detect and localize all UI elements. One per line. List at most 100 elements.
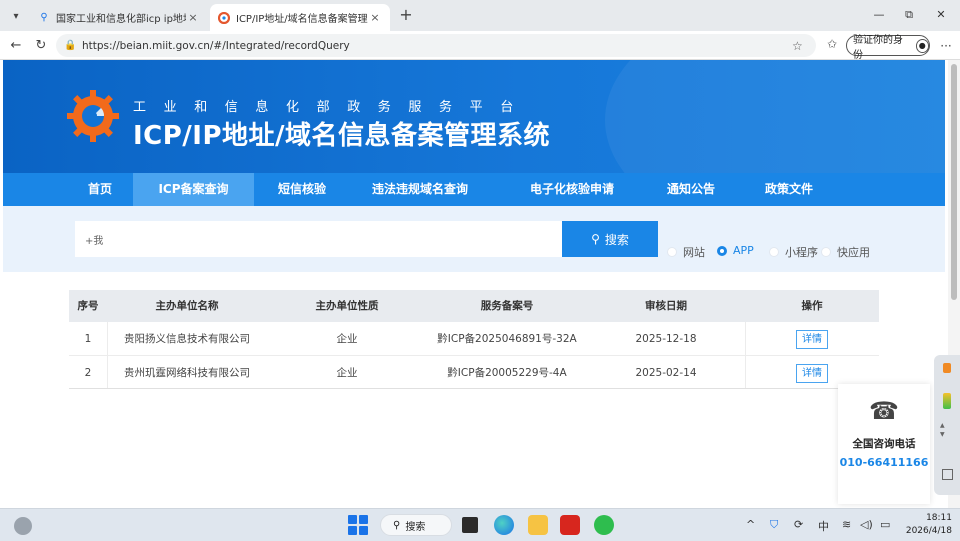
clock-time: 18:11	[926, 513, 952, 523]
wps-office-icon[interactable]	[560, 515, 580, 535]
cell-date: 2025-12-18	[635, 333, 697, 345]
ime-indicator[interactable]: 中	[818, 518, 829, 534]
wechat-icon[interactable]	[594, 515, 614, 535]
radio-label: 小程序	[785, 246, 818, 259]
restore-button[interactable]: ⧉	[896, 6, 922, 26]
start-logo-tile	[359, 526, 368, 535]
cell-index: 2	[84, 367, 92, 379]
radio-app[interactable]: APP	[717, 244, 754, 257]
detail-button[interactable]: 详情	[796, 330, 828, 349]
lock-icon[interactable]: 🔒	[64, 40, 76, 51]
search-panel: ⚲ 搜索 网站 APP 小程序 快应用	[3, 206, 945, 272]
tab-close-icon[interactable]: ×	[186, 11, 200, 24]
radio-quick-app[interactable]: 快应用	[821, 244, 870, 260]
column-header-action: 操作	[801, 300, 823, 312]
site-subtitle: 工业和信息化部政务服务平台	[133, 100, 531, 115]
system-clock[interactable]: 18:11 2026/4/18	[904, 512, 952, 538]
tab-close-icon[interactable]: ×	[368, 11, 382, 24]
browser-toolbar: ← ↻ 🔒 https://beian.miit.gov.cn/#/Integr…	[0, 31, 960, 61]
radio-label: APP	[733, 244, 754, 257]
table-row: 2 贵州玑霆网络科技有限公司 企业 黔ICP备20005229号-4A 2025…	[69, 356, 879, 390]
browser-tab-search[interactable]: ⚲ 国家工业和信息化部icp ip地址域名 ×	[30, 4, 208, 31]
search-icon: ⚲	[591, 232, 600, 246]
nav-item-e-verify[interactable]: 电子化核验申请	[508, 173, 636, 206]
radio-dot	[717, 245, 727, 256]
close-window-button[interactable]: ✕	[928, 6, 954, 26]
weather-widget-icon[interactable]	[14, 517, 32, 535]
favorites-icon[interactable]: ✩	[823, 37, 841, 55]
radio-label: 快应用	[837, 246, 870, 259]
tray-overflow-chevron-icon[interactable]: ^	[746, 518, 755, 531]
table-row: 1 贵阳扬义信息技术有限公司 企业 黔ICP备2025046891号-32A 2…	[69, 322, 879, 356]
radio-dot	[667, 247, 677, 257]
clock-date: 2026/4/18	[905, 526, 952, 536]
nav-item-home[interactable]: 首页	[69, 173, 131, 206]
cell-org-name: 贵州玑霆网络科技有限公司	[124, 367, 250, 379]
cell-index: 1	[84, 333, 92, 345]
cell-record-no: 黔ICP备2025046891号-32A	[437, 333, 577, 345]
hotline-card: ☎ 全国咨询电话 010-66411166	[838, 384, 930, 504]
task-view-icon[interactable]	[462, 517, 478, 533]
start-logo-tile	[348, 526, 357, 535]
new-tab-button[interactable]: +	[396, 6, 416, 26]
nav-item-sms-verify[interactable]: 短信核验	[261, 173, 343, 206]
profile-avatar-icon: ●	[915, 38, 929, 53]
telephone-icon: ☎	[869, 397, 899, 425]
taskbar-search[interactable]: ⚲ 搜索	[380, 514, 452, 536]
main-nav: 首页 ICP备案查询 短信核验 违法违规域名查询 电子化核验申请 通知公告 政策…	[3, 173, 945, 206]
minimize-button[interactable]: —	[866, 6, 892, 26]
edge-browser-icon[interactable]	[494, 515, 514, 535]
taskbar-search-label: 搜索	[405, 521, 426, 533]
browser-tab-strip: ▾ ⚲ 国家工业和信息化部icp ip地址域名 × ICP/IP地址/域名信息备…	[0, 0, 960, 31]
column-header-org-name: 主办单位名称	[155, 300, 219, 312]
back-arrow-icon[interactable]: ←	[6, 36, 26, 56]
url-text[interactable]: https://beian.miit.gov.cn/#/Integrated/r…	[82, 40, 792, 52]
cell-org-type: 企业	[336, 367, 358, 379]
volume-icon[interactable]: ◁)	[860, 518, 873, 531]
search-button[interactable]: ⚲ 搜索	[562, 221, 658, 257]
file-explorer-icon[interactable]	[528, 515, 548, 535]
expand-icon[interactable]	[942, 469, 953, 480]
radio-website[interactable]: 网站	[667, 244, 705, 260]
search-input[interactable]	[75, 221, 563, 257]
radio-dot	[769, 247, 779, 257]
start-button[interactable]	[348, 515, 368, 535]
cell-org-name: 贵阳扬义信息技术有限公司	[124, 333, 250, 345]
hotline-title: 全国咨询电话	[852, 438, 916, 450]
column-header-record-no: 服务备案号	[480, 300, 534, 312]
refresh-icon[interactable]: ↻	[31, 36, 51, 56]
badge-icon	[943, 363, 951, 373]
shield-icon[interactable]: ⛉	[770, 518, 778, 532]
nav-item-illegal-domain[interactable]: 违法违规域名查询	[355, 173, 485, 206]
results-table: 序号 主办单位名称 主办单位性质 服务备案号 审核日期 操作 1 贵阳扬义信息技…	[69, 290, 879, 389]
radio-label: 网站	[683, 246, 705, 259]
cell-record-no: 黔ICP备20005229号-4A	[447, 367, 567, 379]
site-title: ICP/IP地址/域名信息备案管理系统	[133, 121, 551, 151]
verify-identity-button[interactable]: 验证你的身份 ●	[846, 35, 930, 61]
nav-item-notices[interactable]: 通知公告	[648, 173, 734, 206]
nav-item-policies[interactable]: 政策文件	[746, 173, 832, 206]
radio-mini-program[interactable]: 小程序	[769, 244, 818, 260]
radio-dot	[821, 247, 831, 257]
favorite-star-icon[interactable]: ☆	[792, 39, 808, 53]
tab-title: 国家工业和信息化部icp ip地址域名	[56, 14, 186, 25]
hotline-number: 010-66411166	[839, 456, 929, 469]
cell-org-type: 企业	[336, 333, 358, 345]
detail-button[interactable]: 详情	[796, 364, 828, 383]
battery-icon[interactable]: ▭	[880, 518, 890, 531]
sync-icon[interactable]: ⟳	[794, 518, 803, 531]
tab-actions-chevron-icon[interactable]: ▾	[6, 6, 26, 26]
floating-side-widget[interactable]: ▲ ▼	[934, 355, 960, 495]
column-header-date: 审核日期	[645, 300, 687, 312]
banner-decoration	[605, 60, 945, 173]
more-options-icon[interactable]: ···	[936, 36, 956, 56]
scrollbar-thumb[interactable]	[951, 64, 957, 300]
address-bar[interactable]: 🔒 https://beian.miit.gov.cn/#/Integrated…	[56, 34, 816, 57]
browser-tab-icp[interactable]: ICP/IP地址/域名信息备案管理系统 ×	[210, 4, 390, 31]
start-logo-tile	[348, 515, 357, 524]
site-logo-icon	[63, 86, 123, 146]
search-button-label: 搜索	[604, 232, 629, 247]
wifi-icon[interactable]: ≋	[842, 518, 851, 531]
start-logo-tile	[359, 515, 368, 524]
nav-item-icp-query[interactable]: ICP备案查询	[133, 173, 254, 206]
